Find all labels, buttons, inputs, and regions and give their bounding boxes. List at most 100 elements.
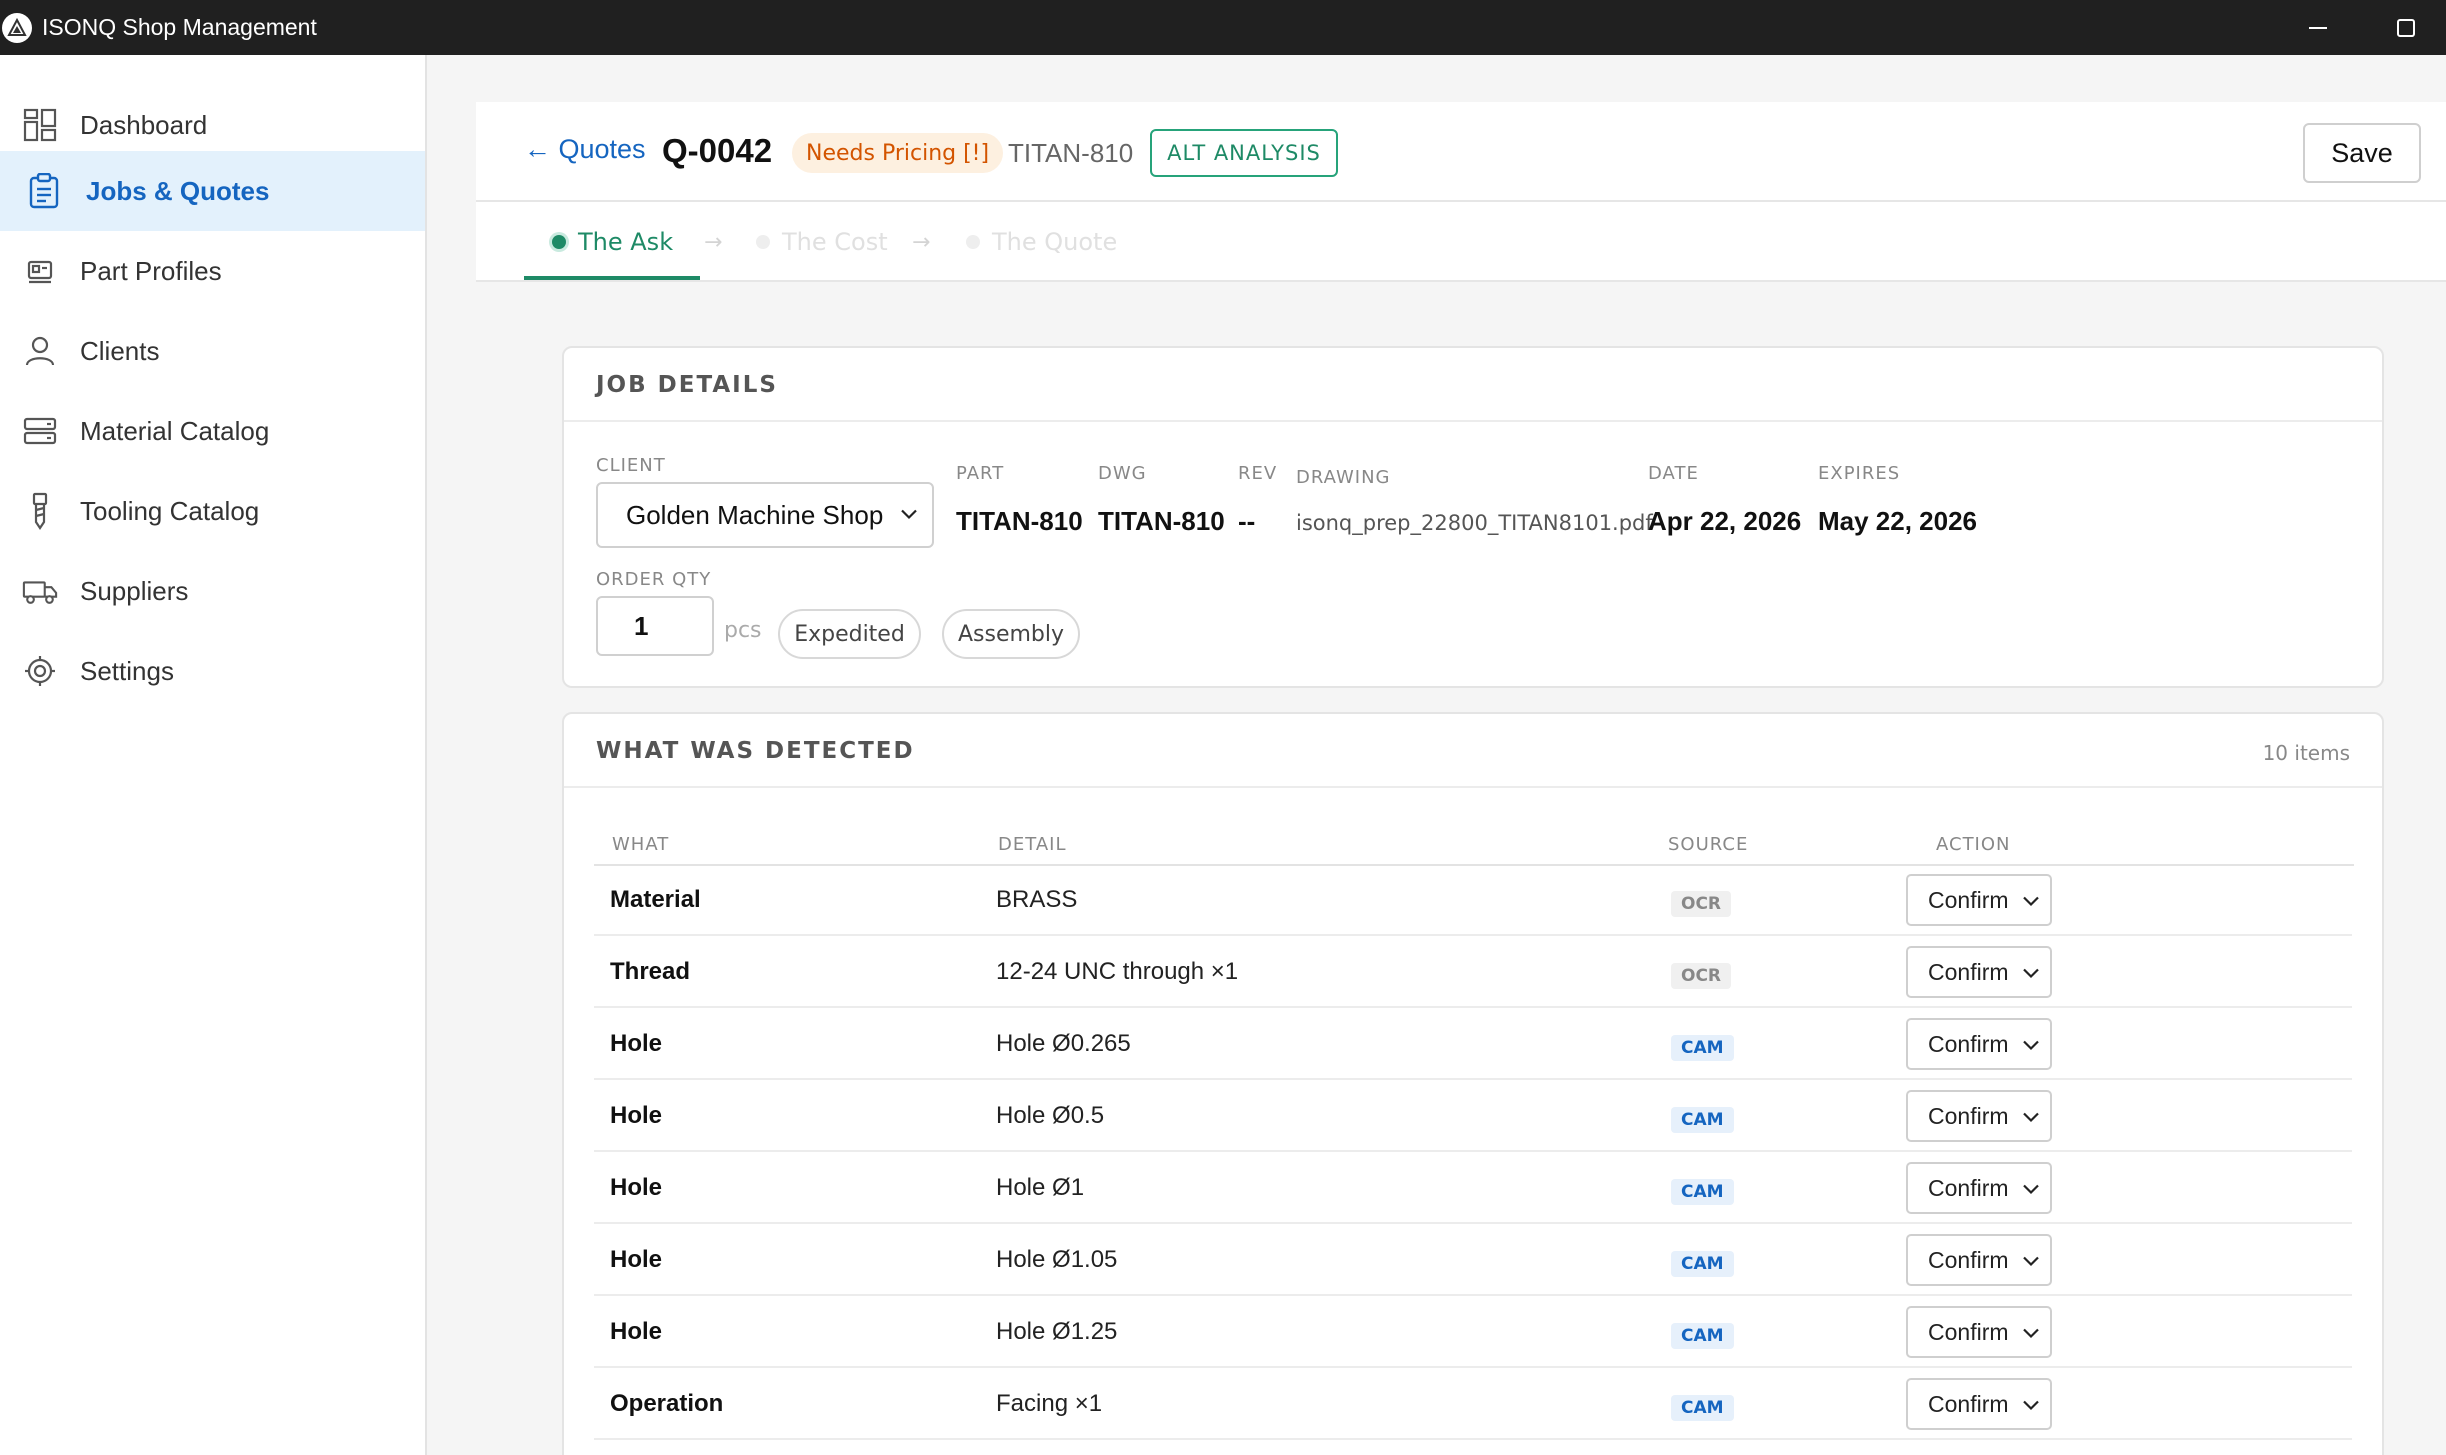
sidebar-item-settings[interactable]: Settings xyxy=(0,631,425,711)
action-select-value: Confirm xyxy=(1928,958,2009,985)
column-header-action: ACTION xyxy=(1936,834,2011,855)
chevron-down-icon xyxy=(2022,1031,2040,1058)
app-title: ISONQ Shop Management xyxy=(42,14,317,40)
table-row: Hole Hole Ø1 CAM xyxy=(594,1152,2352,1224)
source-badge: CAM xyxy=(1671,1179,1734,1205)
cell-what: Material xyxy=(610,886,701,913)
tab-the-quote[interactable]: The Quote xyxy=(966,228,1117,256)
order-qty-label: ORDER QTY xyxy=(596,569,712,590)
action-select[interactable]: Confirm xyxy=(1906,1018,2052,1070)
action-select[interactable]: Confirm xyxy=(1906,1306,2052,1358)
part-value: TITAN-810 xyxy=(956,506,1083,536)
table-row: Hole Hole Ø0.5 CAM xyxy=(594,1080,2352,1152)
cell-what: Thread xyxy=(610,958,691,985)
card-header: JOB DETAILS xyxy=(564,348,2382,422)
order-qty-input[interactable] xyxy=(596,596,714,656)
rev-value: -- xyxy=(1238,506,1256,536)
alt-analysis-button[interactable]: ALT ANALYSIS xyxy=(1150,129,1338,177)
sidebar-item-label: Jobs & Quotes xyxy=(86,175,270,206)
cell-what: Hole xyxy=(610,1246,663,1273)
sidebar-item-label: Clients xyxy=(80,335,160,366)
client-label: CLIENT xyxy=(596,455,666,476)
action-select[interactable]: Confirm xyxy=(1906,946,2052,998)
sidebar-item-material-catalog[interactable]: Material Catalog xyxy=(0,391,425,471)
step-arrow: → xyxy=(912,230,931,255)
cell-detail: Hole Ø0.265 xyxy=(996,1030,1131,1057)
sidebar-item-label: Material Catalog xyxy=(80,415,270,446)
action-select-value: Confirm xyxy=(1928,1030,2009,1057)
source-badge: CAM xyxy=(1671,1035,1734,1061)
chevron-down-icon xyxy=(900,506,918,525)
divider xyxy=(476,280,2446,282)
action-select[interactable]: Confirm xyxy=(1906,1234,2052,1286)
tool-icon xyxy=(22,492,58,530)
column-header-what: WHAT xyxy=(612,834,670,855)
cell-detail: Hole Ø1.05 xyxy=(996,1246,1118,1273)
tab-the-ask[interactable]: The Ask xyxy=(552,228,673,256)
quote-header-row: ← Quotes Q-0042 Needs Pricing [!] TITAN-… xyxy=(476,102,2446,202)
cell-detail: BRASS xyxy=(996,886,1078,913)
source-badge: CAM xyxy=(1671,1395,1734,1421)
table-row: Thread 12-24 UNC through ×1 OCR xyxy=(594,936,2352,1008)
sidebar-item-part-profiles[interactable]: Part Profiles xyxy=(0,231,425,311)
part-reference: TITAN-810 xyxy=(1008,138,1134,168)
drawing-file-link[interactable]: isonq_prep_22800_TITAN8101.pdf xyxy=(1296,511,1653,535)
card-title: WHAT WAS DETECTED xyxy=(596,738,915,764)
source-badge: OCR xyxy=(1671,891,1732,917)
rev-label: REV xyxy=(1238,463,1278,484)
truck-icon xyxy=(22,573,58,609)
save-button[interactable]: Save xyxy=(2303,123,2421,183)
action-select[interactable]: Confirm xyxy=(1906,1378,2052,1430)
action-select[interactable]: Confirm xyxy=(1906,1162,2052,1214)
sidebar-item-label: Tooling Catalog xyxy=(80,495,260,526)
sidebar-item-clients[interactable]: Clients xyxy=(0,311,425,391)
drawing-label: DRAWING xyxy=(1296,467,1391,488)
dwg-label: DWG xyxy=(1098,463,1147,484)
action-select-value: Confirm xyxy=(1928,1102,2009,1129)
client-select[interactable]: Golden Machine Shop xyxy=(596,482,934,548)
table-row: Material BRASS OCR xyxy=(594,864,2352,936)
tab-the-cost[interactable]: The Cost xyxy=(756,228,888,256)
quote-header: ← Quotes Q-0042 Needs Pricing [!] TITAN-… xyxy=(476,102,2446,282)
column-header-detail: DETAIL xyxy=(998,834,1067,855)
table-row: Operation Facing ×1 CAM xyxy=(594,1368,2352,1440)
column-header-source: SOURCE xyxy=(1668,834,1749,855)
cell-detail: Hole Ø1.25 xyxy=(996,1318,1118,1345)
source-badge: CAM xyxy=(1671,1107,1734,1133)
person-icon xyxy=(22,333,58,369)
date-value: Apr 22, 2026 xyxy=(1648,506,1802,536)
action-select-value: Confirm xyxy=(1928,1246,2009,1273)
card-title: JOB DETAILS xyxy=(596,372,778,398)
app-logo-icon xyxy=(2,12,32,43)
cell-what: Hole xyxy=(610,1318,663,1345)
sidebar-item-suppliers[interactable]: Suppliers xyxy=(0,551,425,631)
status-badge: Needs Pricing [!] xyxy=(792,133,1004,173)
cell-what: Hole xyxy=(610,1030,663,1057)
sidebar-item-label: Suppliers xyxy=(80,575,189,606)
tag-expedited[interactable]: Expedited xyxy=(778,609,921,659)
action-select-value: Confirm xyxy=(1928,886,2009,913)
sidebar-item-label: Part Profiles xyxy=(80,255,222,286)
date-label: DATE xyxy=(1648,463,1699,484)
action-select[interactable]: Confirm xyxy=(1906,874,2052,926)
table-row: Hole Hole Ø1.25 CAM xyxy=(594,1296,2352,1368)
step-label: The Ask xyxy=(578,228,674,256)
sidebar-item-jobs-quotes[interactable]: Jobs & Quotes xyxy=(0,151,425,231)
sidebar-item-label: Dashboard xyxy=(80,109,208,140)
table-row: Hole Hole Ø0.265 CAM xyxy=(594,1008,2352,1080)
step-dot xyxy=(966,235,980,249)
action-select-value: Confirm xyxy=(1928,1318,2009,1345)
sidebar-item-tooling-catalog[interactable]: Tooling Catalog xyxy=(0,471,425,551)
chevron-down-icon xyxy=(2022,959,2040,986)
minimize-icon[interactable] xyxy=(2283,0,2353,55)
dwg-value: TITAN-810 xyxy=(1098,506,1225,536)
back-to-quotes-link[interactable]: ← Quotes xyxy=(524,134,646,165)
gear-icon xyxy=(22,653,58,689)
cell-detail: 12-24 UNC through ×1 xyxy=(996,958,1239,985)
source-badge: OCR xyxy=(1671,963,1732,989)
maximize-icon[interactable] xyxy=(2371,0,2441,55)
chevron-down-icon xyxy=(2022,1247,2040,1274)
quote-id: Q-0042 xyxy=(662,132,773,169)
tag-assembly[interactable]: Assembly xyxy=(942,609,1080,659)
action-select[interactable]: Confirm xyxy=(1906,1090,2052,1142)
